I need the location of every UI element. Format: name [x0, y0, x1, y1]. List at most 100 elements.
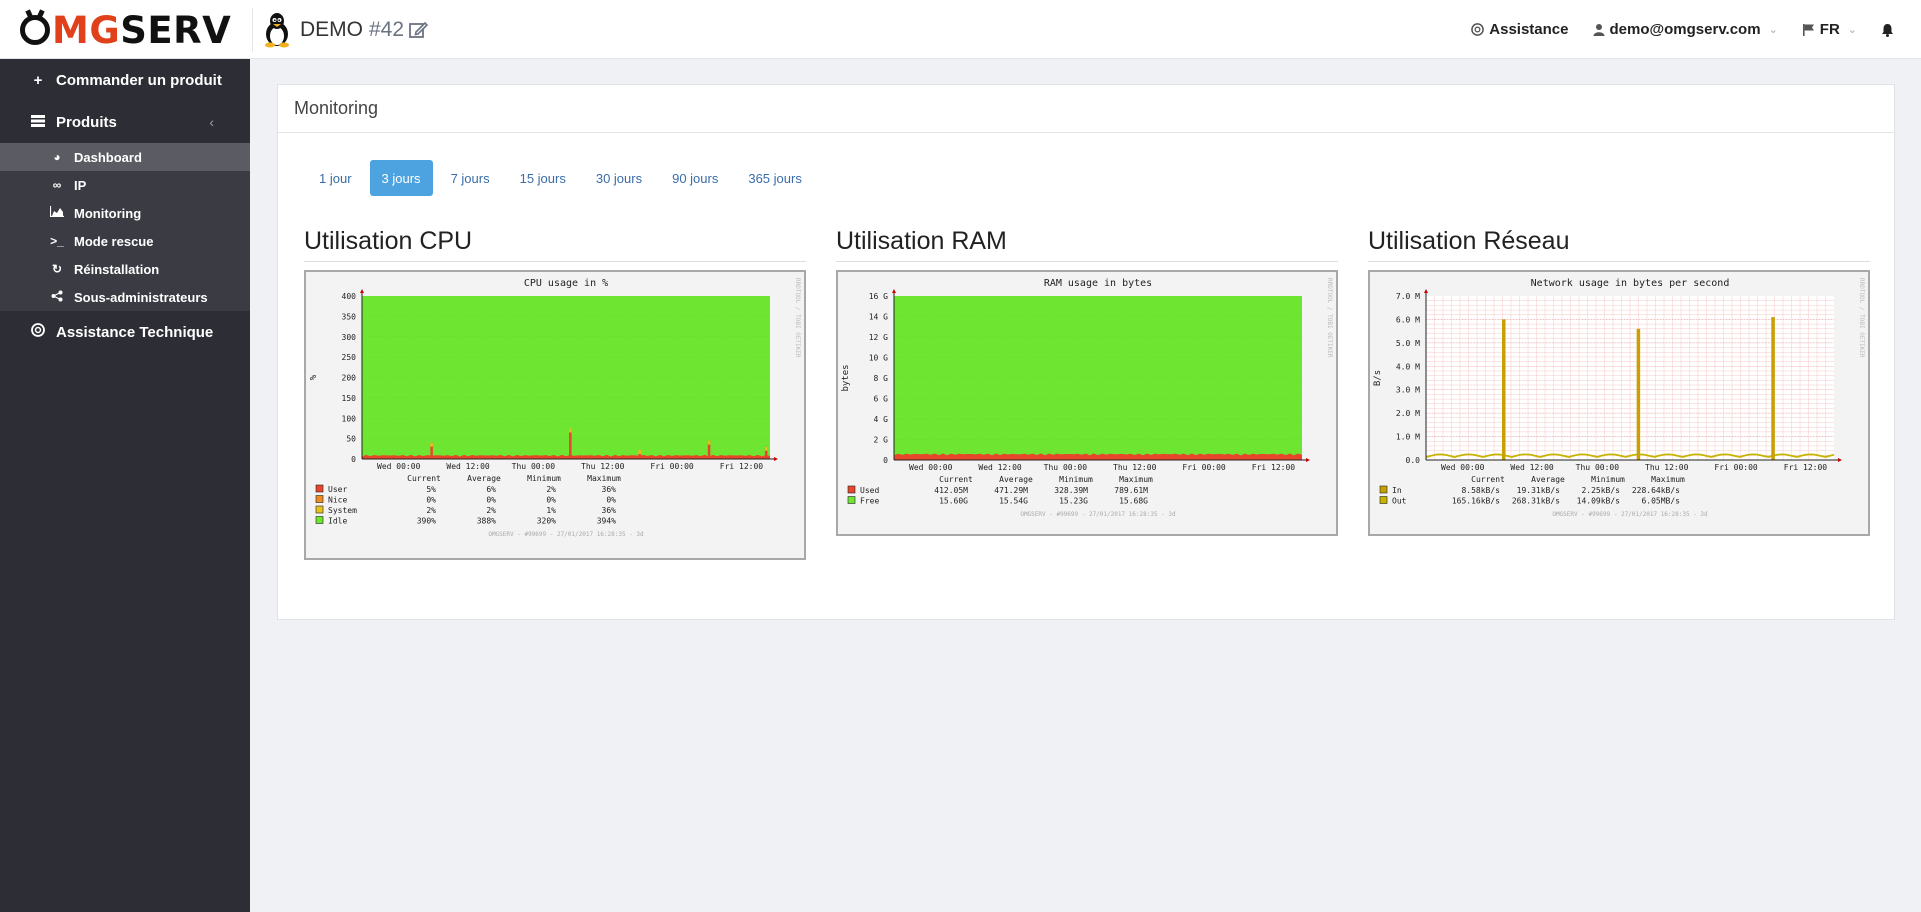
chart-footer: OMGSERV - #99699 - 27/01/2017 16:28:35 -…	[1552, 511, 1708, 518]
legend-swatch	[847, 496, 856, 504]
y-axis-label: bytes	[841, 364, 851, 391]
sidebar-item-label: IP	[74, 177, 87, 193]
y-tick-label: 2 G	[874, 436, 889, 445]
legend-series-name: In	[1392, 486, 1402, 495]
sidebar-item-monitoring[interactable]: Monitoring	[0, 199, 250, 227]
legend-value: 0%	[486, 496, 496, 505]
sidebar-item-dashboard[interactable]: ◕ Dashboard	[0, 143, 250, 171]
y-tick-label: 4.0 M	[1396, 362, 1420, 371]
y-tick-label: 3.0 M	[1396, 386, 1420, 395]
y-tick-label: 14 G	[869, 313, 888, 322]
y-axis-label: %	[309, 374, 319, 380]
tab-period-0[interactable]: 1 jour	[307, 160, 364, 196]
logo-mg: MG	[52, 8, 121, 52]
tab-period-1[interactable]: 3 jours	[369, 160, 433, 196]
tab-period-6[interactable]: 365 jours	[736, 160, 813, 196]
cpu-graph-image: CPU usage in % RRDTOOL / TOBI OETIKER% 400…	[304, 270, 806, 560]
sidebar-item-label: Assistance Technique	[56, 323, 214, 341]
x-tick-label: Thu 12:00	[581, 462, 625, 471]
legend-swatch	[315, 505, 324, 514]
legend-swatch	[315, 495, 324, 503]
tab-period-4[interactable]: 30 jours	[584, 160, 654, 196]
logo-serv: SERV	[120, 8, 232, 52]
ram-graph-block: Utilisation RAM RAM usage in bytes RRDTOO…	[836, 227, 1338, 536]
tab-period-2[interactable]: 7 jours	[439, 160, 502, 196]
legend-value: 388%	[477, 517, 496, 526]
plus-icon: +	[33, 71, 43, 89]
sidebar-item-order[interactable]: + Commander un produit	[0, 59, 250, 101]
terminal-icon: >_	[50, 234, 64, 248]
network-spike	[1636, 328, 1641, 460]
y-tick-label: 0.0	[1406, 456, 1421, 465]
sidebar-item-products[interactable]: Produits ‹	[0, 101, 250, 143]
server-number: #42	[369, 18, 405, 41]
y-tick-label: 0	[351, 455, 356, 464]
sidebar-item-support[interactable]: Assistance Technique	[0, 311, 250, 353]
legend-value: 320%	[537, 517, 556, 526]
network-chart: Network usage in bytes per second RRDTOOL…	[1370, 272, 1868, 534]
legend-value: 2%	[426, 506, 436, 515]
omgserv-logo[interactable]: MG SERV	[20, 8, 231, 52]
ram-graph-image: RAM usage in bytes RRDTOOL / TOBI OETIKER…	[836, 270, 1338, 536]
y-tick-label: 12 G	[869, 333, 888, 342]
cpu-spike-top	[569, 428, 572, 433]
legend-header: Minimum	[527, 474, 561, 483]
assistance-link[interactable]: Assistance	[1459, 0, 1580, 59]
legend-header: Current	[407, 474, 441, 483]
y-tick-label: 200	[342, 374, 357, 383]
legend-value: 2%	[486, 506, 496, 515]
network-graph-image: Network usage in bytes per second RRDTOOL…	[1368, 270, 1870, 536]
legend-series-name: Out	[1392, 497, 1407, 506]
sidebar-item-ip[interactable]: ∞ IP	[0, 171, 250, 199]
chevron-down-icon: ⌄	[1768, 24, 1778, 36]
legend-value: 6.05MB/s	[1641, 497, 1680, 506]
legend-swatch	[315, 516, 324, 524]
legend-value: 14.09kB/s	[1577, 497, 1621, 506]
legend-value: 328.39M	[1054, 486, 1088, 495]
sidebar-item-label: Dashboard	[74, 149, 142, 165]
language-menu[interactable]: FR ⌄	[1790, 0, 1869, 59]
tab-period-5[interactable]: 90 jours	[660, 160, 730, 196]
notifications-button[interactable]	[1869, 0, 1921, 59]
x-tick-label: Wed 00:00	[377, 462, 421, 471]
legend-value: 5%	[426, 485, 436, 494]
bell-icon	[1882, 23, 1893, 37]
legend-swatch	[1379, 485, 1388, 494]
sidebar-item-rescue[interactable]: >_ Mode rescue	[0, 227, 250, 255]
language-label: FR	[1819, 21, 1840, 38]
tab-period-3[interactable]: 15 jours	[508, 160, 578, 196]
legend-series-name: Free	[860, 497, 879, 506]
user-icon	[1593, 24, 1604, 36]
legend-value: 36%	[602, 506, 617, 515]
x-tick-label: Wed 12:00	[1510, 463, 1554, 472]
sidebar-item-subadmins[interactable]: Sous-administrateurs	[0, 283, 250, 311]
cpu-chart: CPU usage in % RRDTOOL / TOBI OETIKER% 400…	[306, 272, 804, 558]
legend-header: Average	[1531, 475, 1565, 484]
network-spike	[1502, 319, 1506, 460]
sidebar-item-label: Produits	[56, 113, 117, 131]
legend-header: Average	[467, 474, 501, 483]
y-tick-label: 16 G	[869, 292, 888, 301]
legend-value: 15.23G	[1059, 497, 1088, 506]
y-tick-label: 100	[342, 414, 357, 423]
legend-value: 1%	[546, 506, 556, 515]
legend-value: 15.60G	[939, 497, 968, 506]
x-tick-label: Thu 12:00	[1113, 463, 1157, 472]
sidebar-item-label: Monitoring	[74, 205, 142, 221]
share-icon	[50, 290, 64, 305]
y-tick-label: 7.0 M	[1396, 292, 1420, 301]
legend-swatch	[847, 485, 856, 494]
chevron-down-icon: ⌄	[1847, 24, 1857, 36]
area-chart-icon	[49, 206, 64, 220]
sidebar-item-reinstall[interactable]: ↻ Réinstallation	[0, 255, 250, 283]
linux-tux-icon	[265, 13, 289, 48]
user-menu[interactable]: demo@omgserv.com ⌄	[1581, 0, 1790, 59]
y-tick-label: 6 G	[874, 395, 889, 404]
sidebar: + Commander un produit Produits ‹ ◕ Dash…	[0, 59, 250, 912]
edit-icon[interactable]	[408, 20, 429, 40]
x-tick-label: Fri 12:00	[1252, 463, 1296, 472]
y-axis-label: B/s	[1373, 370, 1383, 386]
monitoring-panel: Monitoring 1 jour 3 jours 7 jours 15 jours 3…	[277, 84, 1895, 620]
chart-footer: OMGSERV - #99699 - 27/01/2017 16:28:35 -…	[488, 531, 644, 538]
server-icon	[30, 114, 46, 131]
